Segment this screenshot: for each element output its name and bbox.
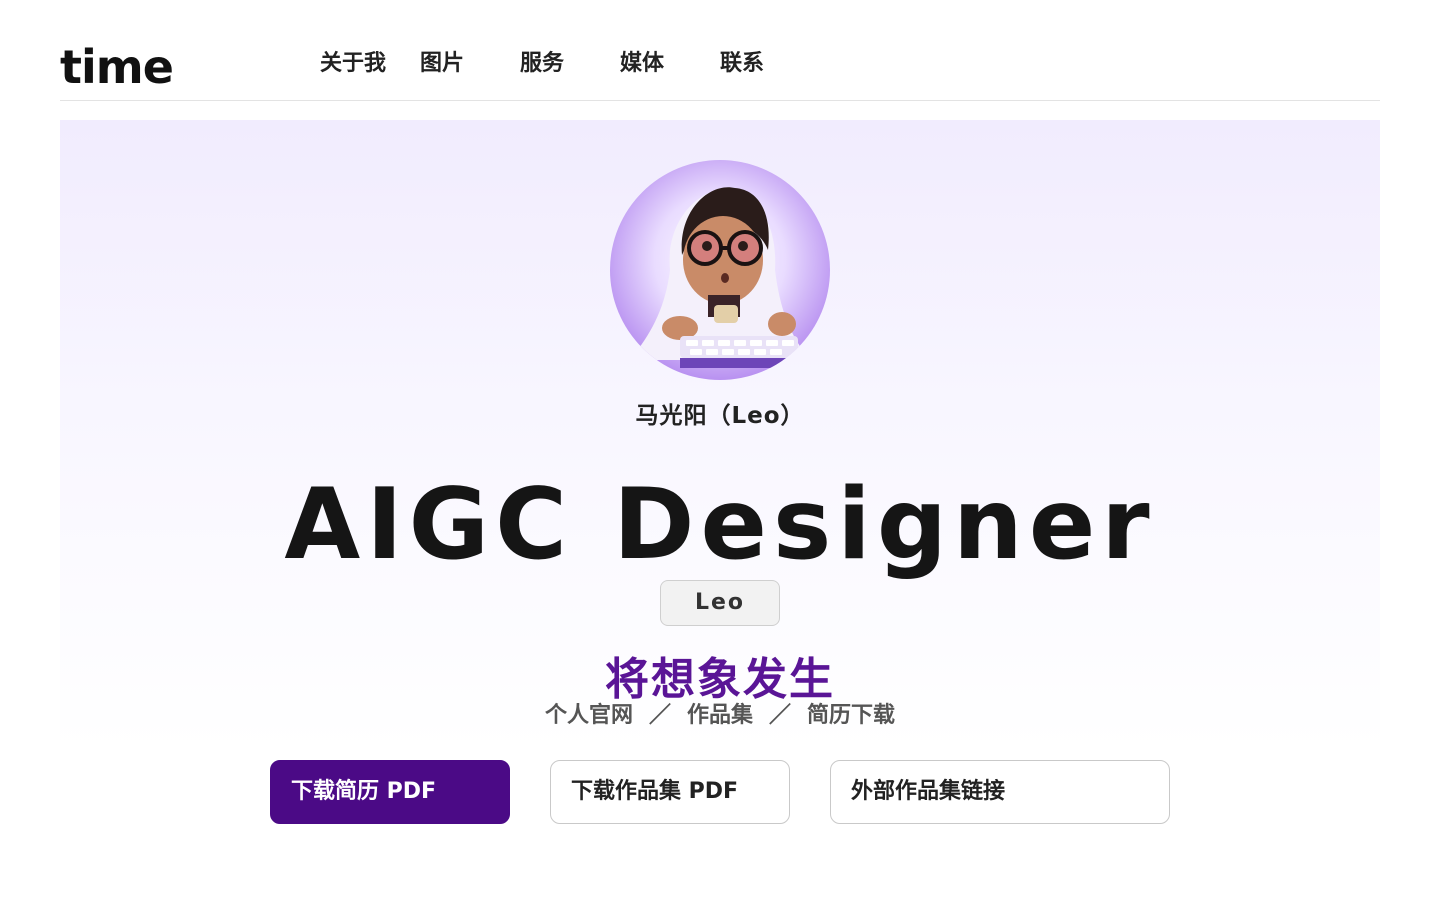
nav-item-services[interactable]: 服务 bbox=[520, 48, 564, 80]
site-logo[interactable]: time bbox=[60, 42, 174, 92]
hero-links: 个人官网 ／ 作品集 ／ 简历下载 bbox=[60, 700, 1380, 732]
site-header: time 关于我 图片 服务 媒体 联系 bbox=[60, 38, 1380, 101]
nav-item-contact[interactable]: 联系 bbox=[720, 48, 764, 80]
nav-item-media[interactable]: 媒体 bbox=[620, 48, 664, 80]
nav-item-about[interactable]: 关于我 bbox=[320, 48, 386, 80]
link-separator: ／ bbox=[769, 703, 792, 728]
nav-item-images[interactable]: 图片 bbox=[420, 48, 464, 80]
person-name: 马光阳（Leo） bbox=[635, 403, 805, 429]
hero-headline: AIGC Designer bbox=[284, 468, 1156, 582]
avatar bbox=[610, 160, 830, 380]
hero-section: 马光阳（Leo） AIGC Designer Leo 将想象发生 个人官网／作品… bbox=[60, 120, 1380, 750]
download-portfolio-button[interactable]: 下载作品集 PDF bbox=[550, 760, 790, 824]
link-portfolio[interactable]: 作品集 bbox=[687, 700, 753, 732]
external-portfolio-link-button[interactable]: 外部作品集链接 bbox=[830, 760, 1170, 824]
link-official-site[interactable]: 个人官网 bbox=[545, 700, 633, 732]
link-separator: ／ bbox=[648, 703, 671, 728]
avatar-illustration-icon bbox=[630, 187, 810, 368]
link-resume-download[interactable]: 简历下载 bbox=[807, 700, 895, 732]
download-resume-button[interactable]: 下载简历 PDF bbox=[270, 760, 510, 824]
name-tag-badge: Leo bbox=[660, 580, 780, 626]
